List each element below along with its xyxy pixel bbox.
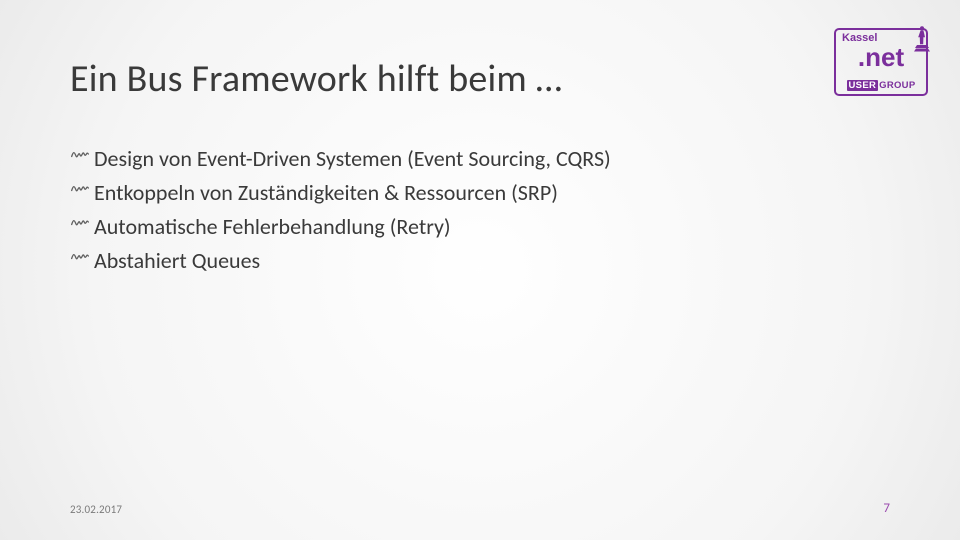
bullet-text: Abstahiert Queues	[94, 244, 260, 278]
list-item: Design von Event-Driven Systemen (Event …	[70, 142, 890, 176]
bullet-list: Design von Event-Driven Systemen (Event …	[70, 142, 890, 278]
list-item: Entkoppeln von Zuständigkeiten & Ressour…	[70, 176, 890, 210]
footer-date: 23.02.2017	[70, 503, 122, 516]
dotnet-usergroup-logo: Kassel .net USERGROUP	[834, 28, 928, 96]
logo-subtitle: USERGROUP	[836, 80, 926, 91]
logo-main: .net	[836, 44, 926, 70]
slide-title: Ein Bus Framework hilft beim …	[70, 56, 890, 102]
scribble-bullet-icon	[70, 216, 92, 238]
list-item: Abstahiert Queues	[70, 244, 890, 278]
bullet-text: Entkoppeln von Zuständigkeiten & Ressour…	[94, 176, 558, 210]
bullet-text: Automatische Fehlerbehandlung (Retry)	[94, 210, 451, 244]
scribble-bullet-icon	[70, 182, 92, 204]
slide: Kassel .net USERGROUP Ein Bus Framework …	[0, 0, 960, 540]
scribble-bullet-icon	[70, 250, 92, 272]
scribble-bullet-icon	[70, 148, 92, 170]
list-item: Automatische Fehlerbehandlung (Retry)	[70, 210, 890, 244]
bullet-text: Design von Event-Driven Systemen (Event …	[94, 142, 611, 176]
page-number: 7	[883, 501, 890, 516]
